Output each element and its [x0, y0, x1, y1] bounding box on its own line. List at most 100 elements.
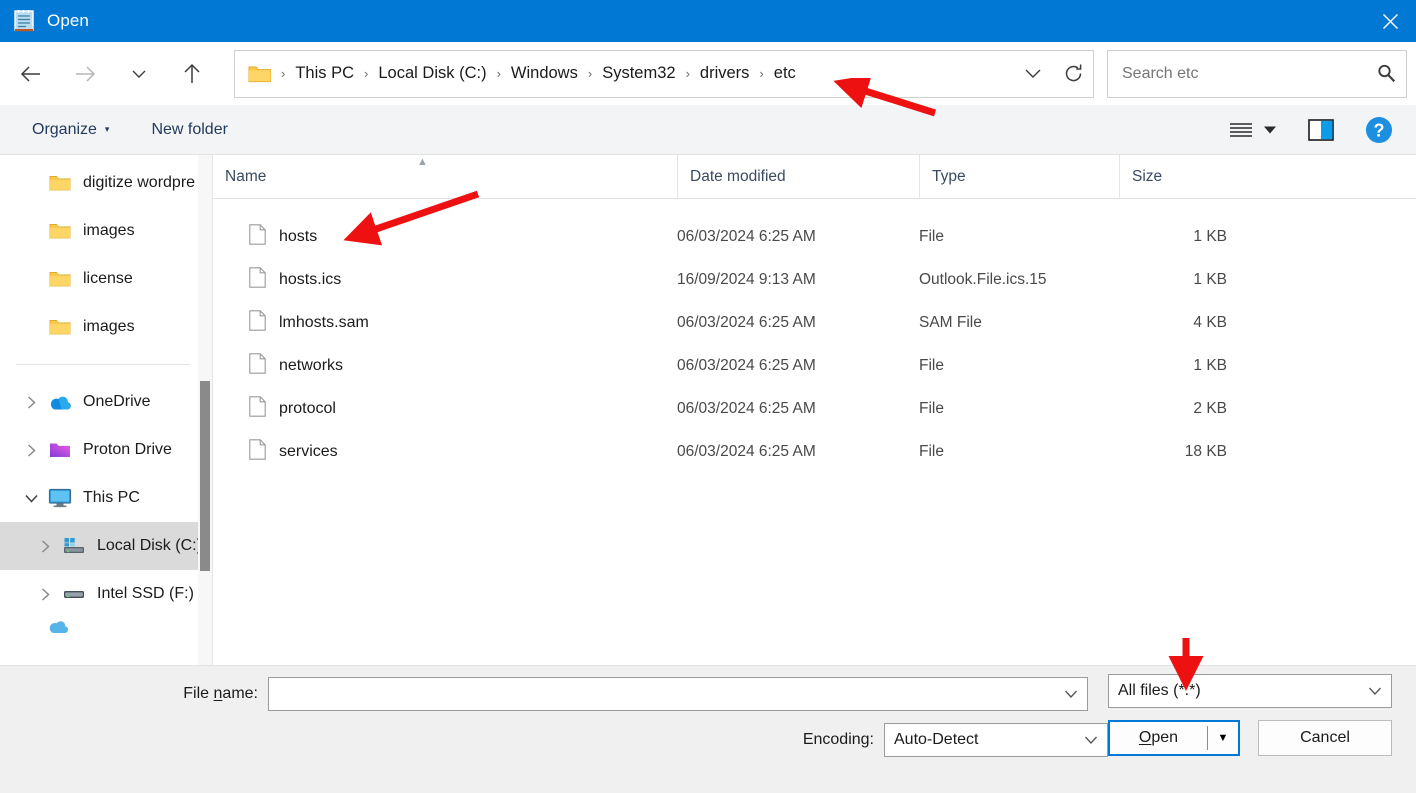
search-input[interactable]: Search etc — [1122, 65, 1366, 83]
file-name-cell[interactable]: hosts — [213, 224, 677, 250]
column-header-name[interactable]: ▲ Name — [213, 155, 677, 198]
column-header-size[interactable]: Size — [1119, 155, 1259, 198]
preview-pane-icon[interactable] — [1304, 113, 1338, 147]
sidebar-item-label: Proton Drive — [83, 441, 172, 459]
view-options-chevron-down-icon[interactable] — [1258, 113, 1282, 147]
file-name-label: networks — [279, 357, 343, 375]
file-icon — [249, 224, 266, 250]
breadcrumb-item-drivers[interactable]: drivers — [699, 64, 751, 83]
file-name-cell[interactable]: lmhosts.sam — [213, 310, 677, 336]
file-name-cell[interactable]: services — [213, 439, 677, 465]
folder-icon — [46, 174, 74, 192]
onedrive-icon — [46, 394, 74, 411]
sidebar-item-label: Local Disk (C:) — [97, 537, 202, 555]
breadcrumb-chevron-down-icon[interactable] — [1013, 51, 1053, 97]
table-row[interactable]: lmhosts.sam 06/03/2024 6:25 AM SAM File … — [213, 301, 1416, 344]
file-date-cell: 16/09/2024 9:13 AM — [677, 271, 919, 289]
breadcrumb-address-bar[interactable]: › This PC › Local Disk (C:) › Windows › … — [234, 50, 1094, 98]
file-type-cell: File — [919, 443, 1119, 461]
sidebar-item-this-pc[interactable]: This PC — [0, 474, 212, 522]
sidebar-item-license[interactable]: license — [0, 255, 212, 303]
organize-label: Organize — [32, 121, 97, 139]
sidebar-item-local-disk-c[interactable]: Local Disk (C:) — [0, 522, 212, 570]
table-row[interactable]: hosts 06/03/2024 6:25 AM File 1 KB — [213, 215, 1416, 258]
sidebar-scrollbar-thumb[interactable] — [200, 381, 210, 571]
file-name-cell[interactable]: hosts.ics — [213, 267, 677, 293]
file-type-cell: SAM File — [919, 314, 1119, 332]
back-arrow-icon[interactable] — [13, 56, 49, 92]
file-type-cell: File — [919, 228, 1119, 246]
chevron-right-icon[interactable] — [16, 443, 46, 458]
new-folder-button[interactable]: New folder — [143, 113, 235, 147]
file-size-cell: 1 KB — [1119, 271, 1259, 289]
file-size-cell: 4 KB — [1119, 314, 1259, 332]
up-arrow-icon[interactable] — [174, 56, 210, 92]
sidebar-item-intel-ssd-f[interactable]: Intel SSD (F:) — [0, 570, 212, 618]
recent-locations-chevron-down-icon[interactable] — [121, 56, 157, 92]
forward-arrow-icon[interactable] — [67, 56, 103, 92]
sidebar-item-images-1[interactable]: images — [0, 207, 212, 255]
sidebar-item-onedrive[interactable]: OneDrive — [0, 378, 212, 426]
breadcrumb-item-system32[interactable]: System32 — [601, 64, 676, 83]
file-name-cell[interactable]: networks — [213, 353, 677, 379]
close-icon[interactable] — [1364, 0, 1416, 42]
breadcrumb-item-this-pc[interactable]: This PC — [294, 64, 355, 83]
file-name-input[interactable] — [268, 677, 1088, 711]
sidebar-item-images-2[interactable]: images — [0, 303, 212, 351]
breadcrumb-separator: › — [272, 66, 294, 81]
sidebar-item-label: license — [83, 270, 133, 288]
breadcrumb-separator: › — [488, 66, 510, 81]
chevron-down-icon[interactable] — [16, 493, 46, 504]
breadcrumb-separator: › — [750, 66, 772, 81]
search-icon[interactable] — [1366, 64, 1406, 83]
command-toolbar: Organize ▾ New folder — [0, 105, 1416, 155]
chevron-right-icon[interactable] — [30, 539, 60, 554]
file-icon — [249, 396, 266, 422]
chevron-down-icon[interactable] — [1359, 686, 1391, 696]
chevron-right-icon[interactable] — [30, 587, 60, 602]
file-type-filter-dropdown[interactable]: All files (*.*) — [1108, 674, 1392, 708]
breadcrumb-item-etc[interactable]: etc — [773, 64, 797, 83]
column-header-type[interactable]: Type — [919, 155, 1119, 198]
navigation-bar: › This PC › Local Disk (C:) › Windows › … — [0, 42, 1416, 105]
sidebar-item-digitize-wordpress[interactable]: digitize wordpre — [0, 159, 212, 207]
file-name-cell[interactable]: protocol — [213, 396, 677, 422]
table-row[interactable]: hosts.ics 16/09/2024 9:13 AM Outlook.Fil… — [213, 258, 1416, 301]
cancel-button[interactable]: Cancel — [1258, 720, 1392, 756]
column-header-label: Type — [920, 168, 966, 186]
folder-icon — [46, 318, 74, 336]
table-row[interactable]: protocol 06/03/2024 6:25 AM File 2 KB — [213, 387, 1416, 430]
open-button[interactable]: Open ▼ — [1108, 720, 1240, 756]
organize-button[interactable]: Organize ▾ — [24, 113, 117, 147]
column-header-label: Size — [1120, 168, 1162, 186]
file-type-cell: File — [919, 357, 1119, 375]
notepad-icon — [14, 10, 34, 32]
dialog-footer: File name: All files (*.*) Encoding: Aut… — [0, 665, 1416, 793]
chevron-down-icon[interactable] — [1055, 689, 1087, 699]
breadcrumb-item-windows[interactable]: Windows — [510, 64, 579, 83]
open-button-label: Open — [1110, 729, 1207, 747]
breadcrumb-item-local-disk-c[interactable]: Local Disk (C:) — [377, 64, 487, 83]
list-view-icon[interactable] — [1224, 113, 1258, 147]
chevron-right-icon[interactable] — [16, 395, 46, 410]
chevron-down-icon[interactable] — [1075, 735, 1107, 745]
cancel-button-label: Cancel — [1300, 729, 1350, 747]
sidebar-scrollbar[interactable] — [198, 155, 212, 665]
sidebar-item-label: Intel SSD (F:) — [97, 585, 194, 603]
file-size-cell: 1 KB — [1119, 357, 1259, 375]
column-header-date-modified[interactable]: Date modified — [677, 155, 919, 198]
new-folder-label: New folder — [151, 121, 227, 139]
local-disk-icon — [60, 537, 88, 555]
refresh-icon[interactable] — [1053, 51, 1093, 97]
table-row[interactable]: networks 06/03/2024 6:25 AM File 1 KB — [213, 344, 1416, 387]
sidebar-item-partial[interactable] — [0, 618, 212, 638]
help-icon[interactable]: ? — [1362, 113, 1396, 147]
file-type-cell: File — [919, 400, 1119, 418]
encoding-dropdown[interactable]: Auto-Detect — [884, 723, 1108, 757]
search-box[interactable]: Search etc — [1107, 50, 1407, 98]
open-dropdown-caret-icon[interactable]: ▼ — [1208, 732, 1238, 744]
sidebar-item-proton-drive[interactable]: Proton Drive — [0, 426, 212, 474]
file-date-cell: 06/03/2024 6:25 AM — [677, 228, 919, 246]
folder-icon — [46, 270, 74, 288]
table-row[interactable]: services 06/03/2024 6:25 AM File 18 KB — [213, 430, 1416, 473]
